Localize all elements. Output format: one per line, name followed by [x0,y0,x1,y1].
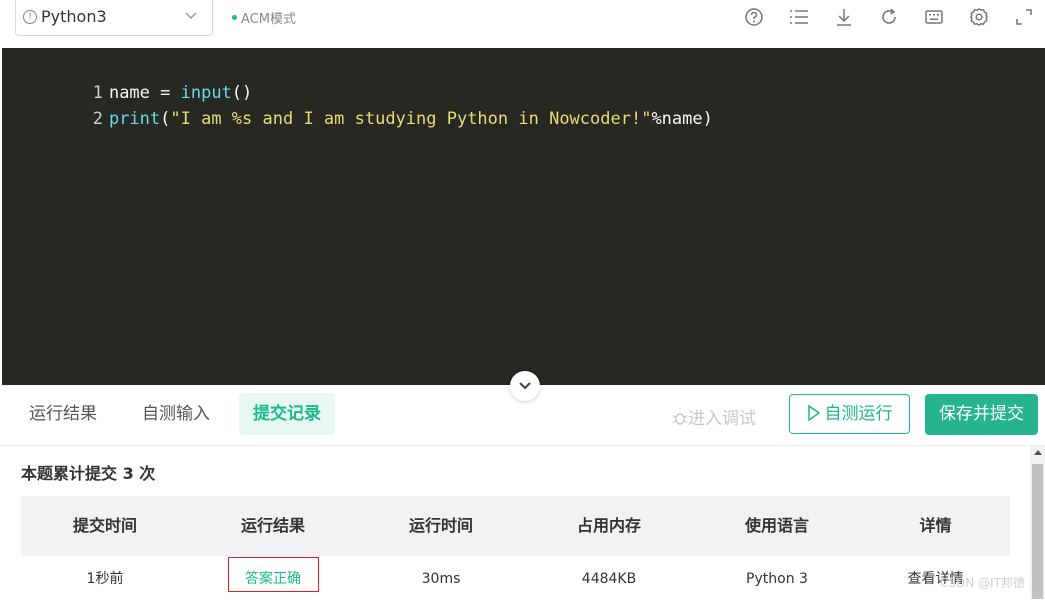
debug-button[interactable]: 进入调试 [672,404,756,429]
tab-submissions[interactable]: 提交记录 [239,393,335,435]
column-header: 提交时间 [72,516,137,535]
column-header: 使用语言 [744,516,809,535]
scrollbar[interactable] [1030,446,1045,599]
scroll-up-arrow-icon[interactable] [1034,450,1042,455]
code-token: ( [160,109,171,129]
language-cell: Python 3 [746,571,808,587]
watermark: CSDN @IT邦德 [940,576,1025,590]
submissions-panel: 本题累计提交 3 次 提交时间 运行结果 运行时间 占用内存 使用语言 详情 1… [0,446,1030,599]
collapse-toggle-button[interactable] [510,371,540,401]
mode-dot-icon [232,15,237,20]
code-token: %name) [651,109,713,129]
info-icon: ! [23,10,37,24]
column-header: 运行时间 [408,516,473,535]
help-icon[interactable] [744,7,764,27]
self-test-run-button[interactable]: 自测运行 [789,394,910,434]
tab-run-result[interactable]: 运行结果 [15,393,111,435]
highlight-box [228,557,319,592]
code-token-builtin: print [108,109,161,129]
language-select[interactable]: ! Python3 [15,0,213,36]
bug-icon [672,413,688,425]
download-icon[interactable] [834,7,854,27]
code-token-string: "I am %s and I am studying Python in Now… [170,109,652,129]
save-and-submit-button[interactable]: 保存并提交 [925,394,1038,435]
column-header: 占用内存 [576,516,641,535]
code-line: 1 name = input() [2,54,253,103]
list-icon[interactable] [788,7,808,27]
top-toolbar: ! Python3 ACM模式 [0,0,1045,48]
table-header: 提交时间 运行结果 运行时间 占用内存 使用语言 详情 [21,496,1010,556]
keyboard-icon[interactable] [924,7,944,27]
run-time-cell: 30ms [421,571,461,587]
column-header: 详情 [919,516,952,535]
play-icon [807,404,820,422]
refresh-icon[interactable] [879,7,899,27]
acm-mode-label[interactable]: ACM模式 [232,8,296,27]
chevron-down-icon [519,382,531,390]
submit-time-cell: 1秒前 [86,571,124,587]
table-row: 1秒前 答案正确 30ms 4484KB Python 3 查看详情 [21,556,1010,599]
gear-icon[interactable] [969,7,989,27]
expand-icon[interactable] [1014,7,1034,27]
line-number: 2 [92,109,103,129]
scrollbar-thumb[interactable] [1032,464,1043,599]
memory-cell: 4484KB [581,571,637,587]
column-header: 运行结果 [240,516,305,535]
code-line: 2 print("I am %s and I am studying Python… [2,80,713,129]
submission-count: 本题累计提交 3 次 [21,464,156,483]
language-select-value: Python3 [41,7,107,26]
code-editor[interactable]: 1 name = input() 2 print("I am %s and I am… [2,48,1045,385]
chevron-down-icon [184,8,198,27]
tab-custom-input[interactable]: 自测输入 [128,393,224,435]
